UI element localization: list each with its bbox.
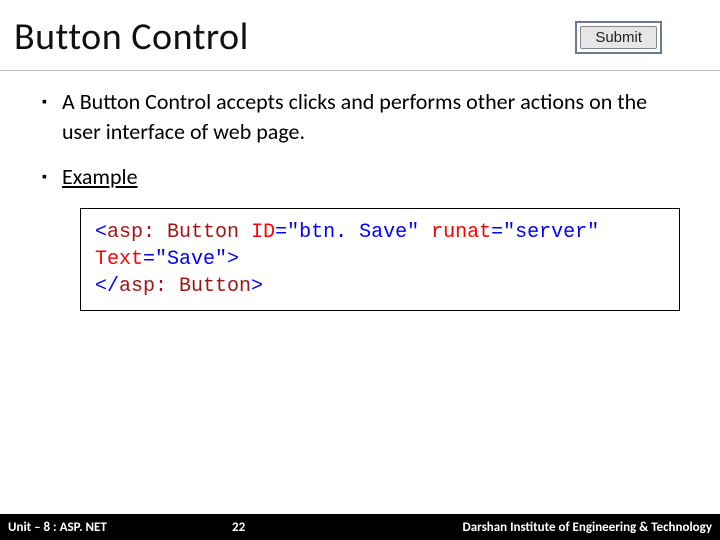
bullet-item: ▪ A Button Control accepts clicks and pe… bbox=[42, 87, 678, 146]
code-line: <asp: Button ID="btn. Save" runat="serve… bbox=[95, 219, 665, 246]
bullet-text: Example bbox=[62, 162, 678, 192]
submit-button-frame: Submit bbox=[575, 21, 662, 54]
footer-institute: Darshan Institute of Engineering & Techn… bbox=[463, 520, 713, 535]
code-token bbox=[419, 221, 431, 244]
code-token: </ bbox=[95, 275, 119, 298]
code-token: = bbox=[143, 248, 155, 271]
code-token: "btn. Save" bbox=[287, 221, 419, 244]
code-token: < bbox=[95, 221, 107, 244]
page-title: Button Control bbox=[14, 14, 249, 60]
code-token: = bbox=[275, 221, 287, 244]
code-token: > bbox=[227, 248, 239, 271]
code-example-box: <asp: Button ID="btn. Save" runat="serve… bbox=[80, 208, 680, 311]
code-token: = bbox=[491, 221, 503, 244]
example-label: Example bbox=[62, 163, 138, 190]
slide-header: Button Control Submit bbox=[0, 0, 720, 71]
code-token: Text bbox=[95, 248, 143, 271]
bullet-text: A Button Control accepts clicks and perf… bbox=[62, 87, 678, 146]
bullet-marker-icon: ▪ bbox=[42, 87, 62, 146]
code-token: asp: Button bbox=[107, 221, 239, 244]
footer-unit: Unit – 8 : ASP. NET bbox=[8, 520, 107, 535]
code-line: Text="Save"> bbox=[95, 246, 665, 273]
code-line: </asp: Button> bbox=[95, 273, 665, 300]
code-token: runat bbox=[431, 221, 491, 244]
code-token: "server" bbox=[503, 221, 599, 244]
code-token: > bbox=[251, 275, 263, 298]
footer-page-number: 22 bbox=[232, 520, 245, 535]
bullet-item: ▪ Example bbox=[42, 162, 678, 192]
slide-content: ▪ A Button Control accepts clicks and pe… bbox=[0, 71, 720, 311]
code-token: asp: Button bbox=[119, 275, 251, 298]
slide: Button Control Submit ▪ A Button Control… bbox=[0, 0, 720, 540]
submit-button[interactable]: Submit bbox=[580, 26, 657, 49]
slide-footer: Unit – 8 : ASP. NET 22 Darshan Institute… bbox=[0, 514, 720, 540]
code-token bbox=[239, 221, 251, 244]
bullet-marker-icon: ▪ bbox=[42, 162, 62, 192]
code-token: ID bbox=[251, 221, 275, 244]
code-token: "Save" bbox=[155, 248, 227, 271]
